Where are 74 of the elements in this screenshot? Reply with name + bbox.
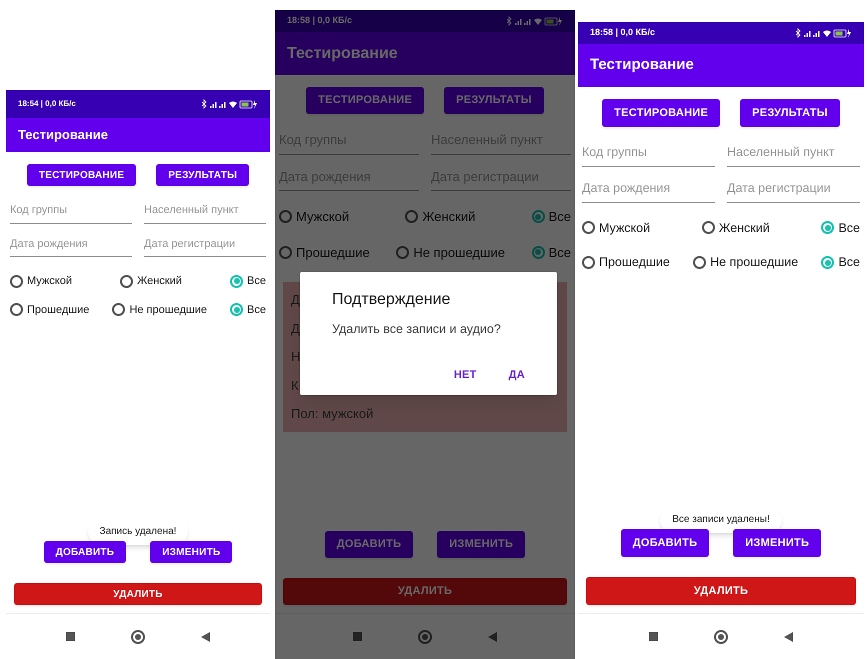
- tab-button[interactable]: ТЕСТИРОВАНИЕ: [26, 164, 136, 186]
- radio-button[interactable]: [10, 303, 23, 316]
- status-time: 18:54 | 0,0 КБ/с: [18, 98, 76, 110]
- radio-label: Женский: [137, 274, 182, 289]
- radio-label: Все: [838, 254, 860, 272]
- record-line: Н: [291, 348, 300, 366]
- delete-button[interactable]: УДАЛИТЬ: [586, 577, 856, 605]
- radio-button[interactable]: [279, 246, 292, 259]
- radio-button[interactable]: [821, 221, 834, 234]
- radio-label: Прошедшие: [27, 302, 90, 318]
- radio-label: Мужской: [27, 274, 72, 289]
- input-field[interactable]: Дата регистрации: [727, 178, 860, 202]
- radio-label: Мужской: [599, 220, 650, 237]
- dialog-title: Подтверждение: [332, 290, 452, 310]
- input-field[interactable]: Код группы: [582, 143, 715, 167]
- radio-label: Все: [838, 220, 860, 236]
- radio-button[interactable]: [120, 274, 134, 288]
- tab-button[interactable]: РЕЗУЛЬТАТЫ: [156, 164, 250, 186]
- tab-button[interactable]: ТЕСТИРОВАНИЕ: [602, 99, 720, 127]
- action-button[interactable]: ДОБАВИТЬ: [620, 529, 710, 557]
- delete-button[interactable]: УДАЛИТЬ: [14, 583, 262, 605]
- input-field[interactable]: Дата рождения: [582, 178, 715, 202]
- radio-button[interactable]: [693, 256, 706, 270]
- radio-label: Прошедшие: [296, 244, 370, 262]
- status-icons: [200, 99, 258, 109]
- input-field[interactable]: Населенный пункт: [727, 143, 860, 167]
- input-field[interactable]: Код группы: [10, 202, 132, 224]
- input-field[interactable]: Населенный пункт: [144, 202, 266, 224]
- status-icons: [505, 16, 563, 26]
- input-field[interactable]: Дата рождения: [10, 236, 132, 257]
- input-field[interactable]: Дата регистрации: [144, 236, 266, 257]
- tab-button[interactable]: РЕЗУЛЬТАТЫ: [740, 99, 840, 127]
- radio-button[interactable]: [10, 274, 23, 288]
- radio-button[interactable]: [582, 256, 595, 270]
- radio-label: Женский: [718, 220, 770, 236]
- radio-label: Не прошедшие: [413, 244, 505, 262]
- dialog-button[interactable]: ДА: [508, 366, 525, 384]
- record-line: Д: [291, 320, 300, 338]
- back-triangle-icon[interactable]: [201, 632, 210, 642]
- radio-label: Все: [247, 274, 266, 289]
- radio-label: Мужской: [296, 208, 350, 226]
- radio-button[interactable]: [230, 274, 244, 288]
- radio-label: Все: [548, 208, 571, 226]
- radio-button[interactable]: [405, 210, 418, 224]
- radio-button[interactable]: [112, 303, 126, 316]
- app-title: Тестирование: [590, 55, 694, 76]
- radio-button[interactable]: [821, 256, 834, 270]
- action-button[interactable]: ИЗМЕНИТЬ: [150, 541, 232, 563]
- radio-label: Не прошедшие: [129, 302, 207, 318]
- radio-label: Женский: [422, 208, 476, 226]
- radio-button[interactable]: [396, 246, 410, 259]
- back-triangle-icon[interactable]: [784, 632, 793, 642]
- radio-label: Все: [548, 244, 571, 262]
- radio-button[interactable]: [582, 221, 595, 234]
- dialog-button[interactable]: НЕТ: [454, 366, 477, 384]
- radio-button[interactable]: [532, 210, 545, 224]
- action-button[interactable]: ДОБАВИТЬ: [44, 541, 126, 563]
- radio-button[interactable]: [702, 221, 715, 234]
- radio-label: Не прошедшие: [710, 254, 798, 272]
- record-line: Пол: мужской: [291, 405, 374, 423]
- status-time: 18:58 | 0,0 КБ/с: [590, 26, 656, 40]
- app-title: Тестирование: [287, 44, 398, 64]
- record-line: К: [291, 376, 299, 394]
- radio-label: Прошедшие: [599, 254, 670, 272]
- dialog-message: Удалить все записи и аудио?: [332, 321, 502, 338]
- radio-button[interactable]: [230, 303, 244, 316]
- status-time: 18:58 | 0,0 КБ/с: [287, 14, 352, 28]
- radio-label: Все: [247, 302, 266, 318]
- radio-button[interactable]: [532, 246, 545, 259]
- action-button[interactable]: ИЗМЕНИТЬ: [733, 529, 822, 557]
- status-icons: [794, 28, 852, 38]
- record-line: Д: [291, 291, 300, 309]
- app-title: Тестирование: [18, 126, 108, 144]
- radio-button[interactable]: [279, 210, 292, 224]
